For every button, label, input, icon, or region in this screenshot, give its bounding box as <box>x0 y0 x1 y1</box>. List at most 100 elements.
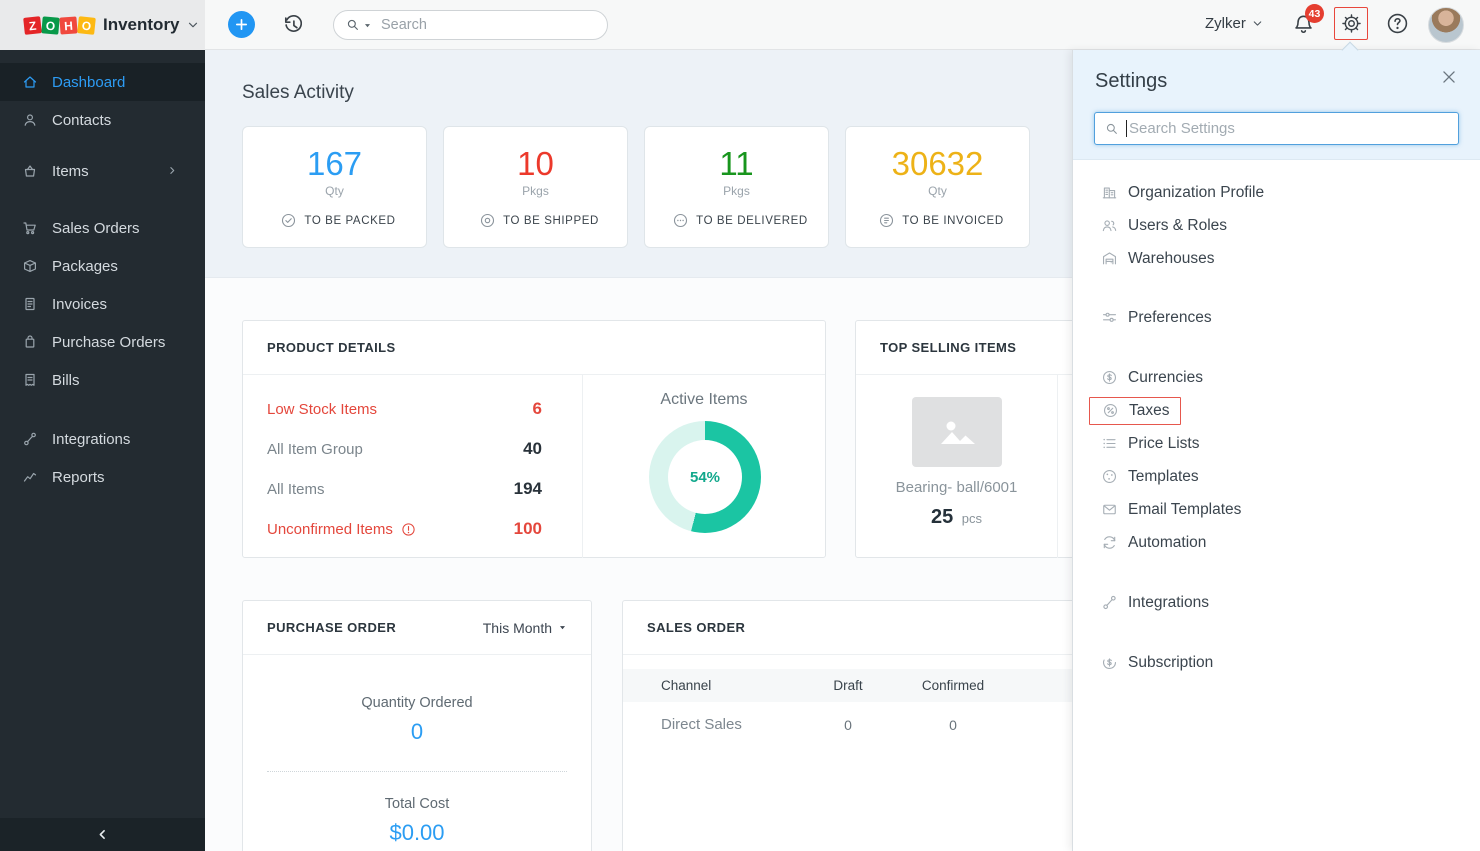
quantity-ordered-value: 0 <box>243 719 591 745</box>
card-value: 11 <box>645 145 828 183</box>
settings-item-warehouses[interactable]: Warehouses <box>1073 242 1480 275</box>
template-icon <box>1101 468 1118 485</box>
user-avatar[interactable] <box>1428 7 1464 43</box>
panel-title: SALES ORDER <box>647 620 745 635</box>
divider <box>267 771 567 772</box>
sidebar-item-reports[interactable]: Reports <box>0 458 205 496</box>
panel-title: PRODUCT DETAILS <box>267 340 396 355</box>
question-icon <box>1386 12 1409 35</box>
settings-item-label: Automation <box>1128 534 1206 552</box>
shopping-bag-icon <box>22 334 38 350</box>
search-scope-caret-icon[interactable] <box>363 21 372 30</box>
confirmed-cell: 0 <box>888 717 1018 733</box>
sidebar-item-sales-orders[interactable]: Sales Orders <box>0 209 205 247</box>
settings-item-label: Templates <box>1128 468 1199 486</box>
settings-item-email-templates[interactable]: Email Templates <box>1073 493 1480 526</box>
sidebar-item-label: Bills <box>52 372 80 389</box>
sidebar-item-items[interactable]: Items <box>0 152 205 190</box>
quick-create-button[interactable] <box>228 11 255 38</box>
settings-item-integrations[interactable]: Integrations <box>1073 586 1480 619</box>
sidebar-item-invoices[interactable]: Invoices <box>0 285 205 323</box>
card-status-label: TO BE SHIPPED <box>503 215 599 227</box>
recent-history-button[interactable] <box>281 13 305 37</box>
card-value: 10 <box>444 145 627 183</box>
envelope-icon <box>1101 501 1118 518</box>
unconfirmed-items-row[interactable]: Unconfirmed Items 100 <box>267 509 542 549</box>
card-status-label: TO BE DELIVERED <box>696 215 808 227</box>
history-clock-icon <box>281 13 305 37</box>
channel-cell: Direct Sales <box>623 716 808 733</box>
all-items-row[interactable]: All Items 194 <box>267 469 542 509</box>
row-value: 40 <box>523 439 542 459</box>
refresh-icon <box>1101 534 1118 551</box>
settings-item-subscription[interactable]: Subscription <box>1073 646 1480 679</box>
settings-item-preferences[interactable]: Preferences <box>1073 301 1480 334</box>
period-dropdown[interactable]: This Month <box>483 620 567 636</box>
logo-tile: O <box>41 16 59 34</box>
table-row[interactable]: Direct Sales 0 0 <box>623 702 1141 747</box>
active-items-donut: 54% <box>649 421 761 533</box>
sidebar-collapse-button[interactable] <box>0 818 205 851</box>
sidebar-item-packages[interactable]: Packages <box>0 247 205 285</box>
logo-tile: H <box>59 16 77 34</box>
chevron-down-icon <box>186 18 200 32</box>
settings-panel: Settings Organization Profile <box>1072 50 1480 851</box>
sidebar-item-integrations[interactable]: Integrations <box>0 420 205 458</box>
card-to-be-invoiced[interactable]: 30632 Qty TO BE INVOICED <box>845 126 1030 248</box>
sidebar-item-label: Dashboard <box>52 74 125 91</box>
column-header: Confirmed <box>888 678 1018 693</box>
settings-item-label: Integrations <box>1128 594 1209 612</box>
card-to-be-delivered[interactable]: 11 Pkgs TO BE DELIVERED <box>644 126 829 248</box>
settings-item-price-lists[interactable]: Price Lists <box>1073 427 1480 460</box>
plus-icon <box>234 17 249 32</box>
invoice-circle-icon <box>879 213 894 228</box>
settings-item-label: Price Lists <box>1128 435 1200 453</box>
settings-item-taxes[interactable]: Taxes <box>1073 394 1480 427</box>
settings-button[interactable] <box>1334 7 1368 40</box>
settings-search-input[interactable] <box>1129 120 1448 137</box>
sidebar-item-label: Reports <box>52 469 105 486</box>
settings-item-label: Organization Profile <box>1128 184 1264 202</box>
sidebar-item-label: Contacts <box>52 112 111 129</box>
app-logo[interactable]: Z O H O Inventory <box>0 0 205 50</box>
settings-search[interactable] <box>1094 112 1459 145</box>
card-status-label: TO BE INVOICED <box>902 215 1003 227</box>
help-button[interactable] <box>1386 12 1409 35</box>
settings-item-currencies[interactable]: Currencies <box>1073 361 1480 394</box>
total-cost-value: $0.00 <box>243 820 591 846</box>
card-unit: Qty <box>243 184 426 198</box>
active-items-title: Active Items <box>583 391 825 409</box>
column-header: Channel <box>623 678 808 693</box>
gear-icon <box>1341 13 1362 34</box>
card-to-be-packed[interactable]: 167 Qty TO BE PACKED <box>242 126 427 248</box>
settings-item-label: Email Templates <box>1128 501 1241 519</box>
draft-cell: 0 <box>808 717 888 733</box>
settings-item-organization-profile[interactable]: Organization Profile <box>1073 176 1480 209</box>
item-unit: pcs <box>962 511 982 526</box>
close-icon <box>1440 68 1458 86</box>
row-label: Unconfirmed Items <box>267 521 393 538</box>
close-button[interactable] <box>1440 68 1462 90</box>
package-box-icon <box>22 258 38 274</box>
sidebar-item-purchase-orders[interactable]: Purchase Orders <box>0 323 205 361</box>
settings-item-templates[interactable]: Templates <box>1073 460 1480 493</box>
integration-icon <box>22 431 38 447</box>
settings-item-automation[interactable]: Automation <box>1073 526 1480 559</box>
settings-item-users-roles[interactable]: Users & Roles <box>1073 209 1480 242</box>
item-name: Bearing- ball/6001 <box>856 479 1057 496</box>
purchase-order-panel: PURCHASE ORDER This Month Quantity Order… <box>242 600 592 851</box>
dots-circle-icon <box>673 213 688 228</box>
column-header: Draft <box>808 678 888 693</box>
ship-circle-icon <box>480 213 495 228</box>
low-stock-items-row[interactable]: Low Stock Items 6 <box>267 389 542 429</box>
check-circle-icon <box>281 213 296 228</box>
org-switcher[interactable]: Zylker <box>1205 15 1269 32</box>
global-search[interactable]: Search <box>333 10 608 40</box>
zoho-logo-icon: Z O H O <box>24 17 96 34</box>
top-selling-item[interactable]: Bearing- ball/6001 25 pcs <box>856 375 1058 558</box>
sidebar-item-bills[interactable]: Bills <box>0 361 205 399</box>
sidebar-item-contacts[interactable]: Contacts <box>0 101 205 139</box>
sidebar-item-dashboard[interactable]: Dashboard <box>0 63 205 101</box>
all-item-group-row[interactable]: All Item Group 40 <box>267 429 542 469</box>
card-to-be-shipped[interactable]: 10 Pkgs TO BE SHIPPED <box>443 126 628 248</box>
